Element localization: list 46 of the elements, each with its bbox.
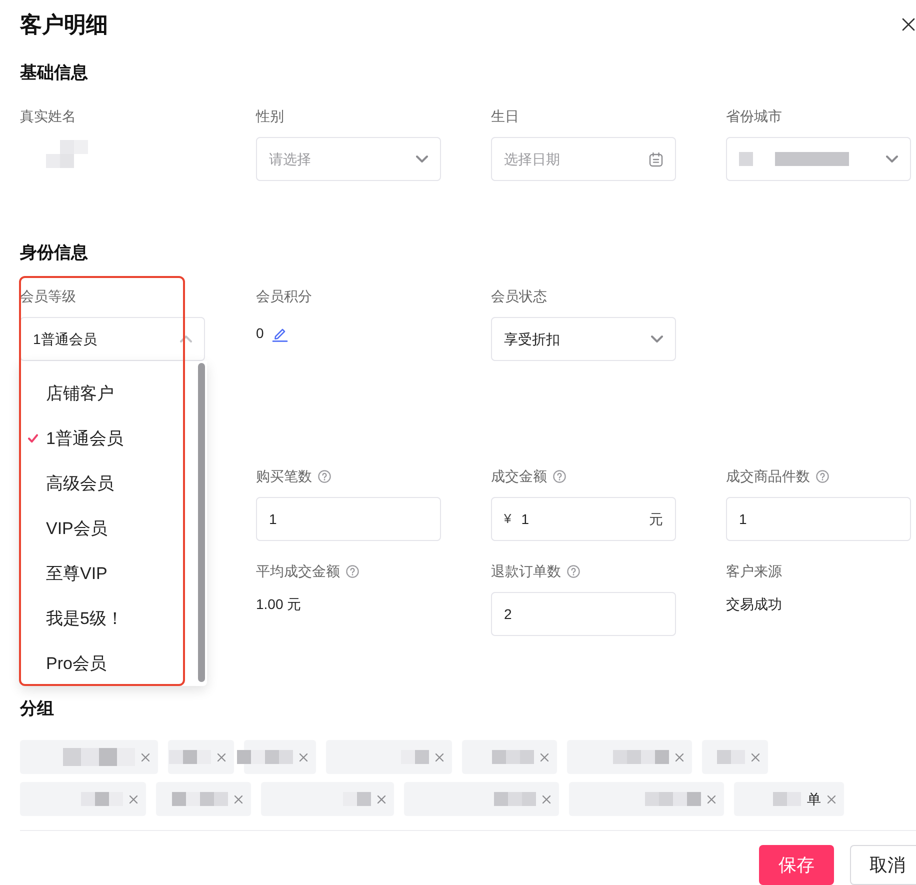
help-icon[interactable] (318, 470, 331, 482)
dropdown-option[interactable]: VIP会员 (20, 506, 194, 551)
calendar-icon (649, 152, 663, 166)
field-label: 客户来源 (726, 562, 782, 581)
field-label: 会员等级 (20, 287, 76, 306)
field-label: 退款订单数 (491, 562, 561, 581)
dialog-title: 客户明细 (20, 10, 108, 38)
section-title: 分组 (20, 698, 54, 720)
field-value: 交易成功 (726, 595, 782, 614)
dropdown-option[interactable]: 至尊VIP (20, 551, 194, 596)
field-value: 0 (256, 324, 264, 343)
field-label: 购买笔数 (256, 467, 312, 486)
help-icon[interactable] (346, 564, 359, 578)
scrollbar-thumb[interactable] (198, 363, 205, 682)
section-title: 身份信息 (20, 242, 88, 264)
field-label: 会员状态 (491, 287, 547, 306)
save-button[interactable]: 保存 (759, 845, 834, 885)
field-label: 平均成交金额 (256, 562, 340, 581)
help-icon[interactable] (567, 564, 580, 578)
field-label: 生日 (491, 107, 519, 126)
close-icon[interactable] (902, 18, 915, 30)
dropdown-option[interactable]: Pro会员 (20, 641, 194, 686)
field-value: 1.00 元 (256, 595, 302, 614)
number-input[interactable]: 2 (491, 592, 676, 636)
number-input[interactable]: 1 (726, 497, 911, 541)
section-title: 基础信息 (20, 62, 88, 84)
select-field[interactable]: 享受折扣 (491, 317, 676, 361)
field-label: 成交商品件数 (726, 467, 810, 486)
field-label: 省份城市 (726, 107, 782, 126)
dropdown-option[interactable]: 高级会员 (20, 461, 194, 506)
dropdown-option[interactable]: 我是5级！ (20, 596, 194, 641)
number-input[interactable]: 1 (256, 497, 441, 541)
help-icon[interactable] (816, 470, 829, 482)
help-icon[interactable] (553, 470, 566, 482)
dropdown-option[interactable]: 店铺客户 (20, 371, 194, 416)
pixelation-drawing (739, 152, 753, 166)
field-label: 成交金额 (491, 467, 547, 486)
select-field[interactable]: 1普通会员 (20, 317, 205, 361)
select-field[interactable] (726, 137, 911, 181)
number-input[interactable]: ¥ 1 元 (491, 497, 676, 541)
field-label: 会员积分 (256, 287, 312, 306)
field-label: 性别 (256, 107, 284, 126)
field-label: 真实姓名 (20, 107, 76, 126)
tag-label: 单 (807, 790, 821, 808)
cancel-button[interactable]: 取消 (850, 845, 916, 885)
dropdown-option[interactable]: 1普通会员 (20, 416, 194, 461)
